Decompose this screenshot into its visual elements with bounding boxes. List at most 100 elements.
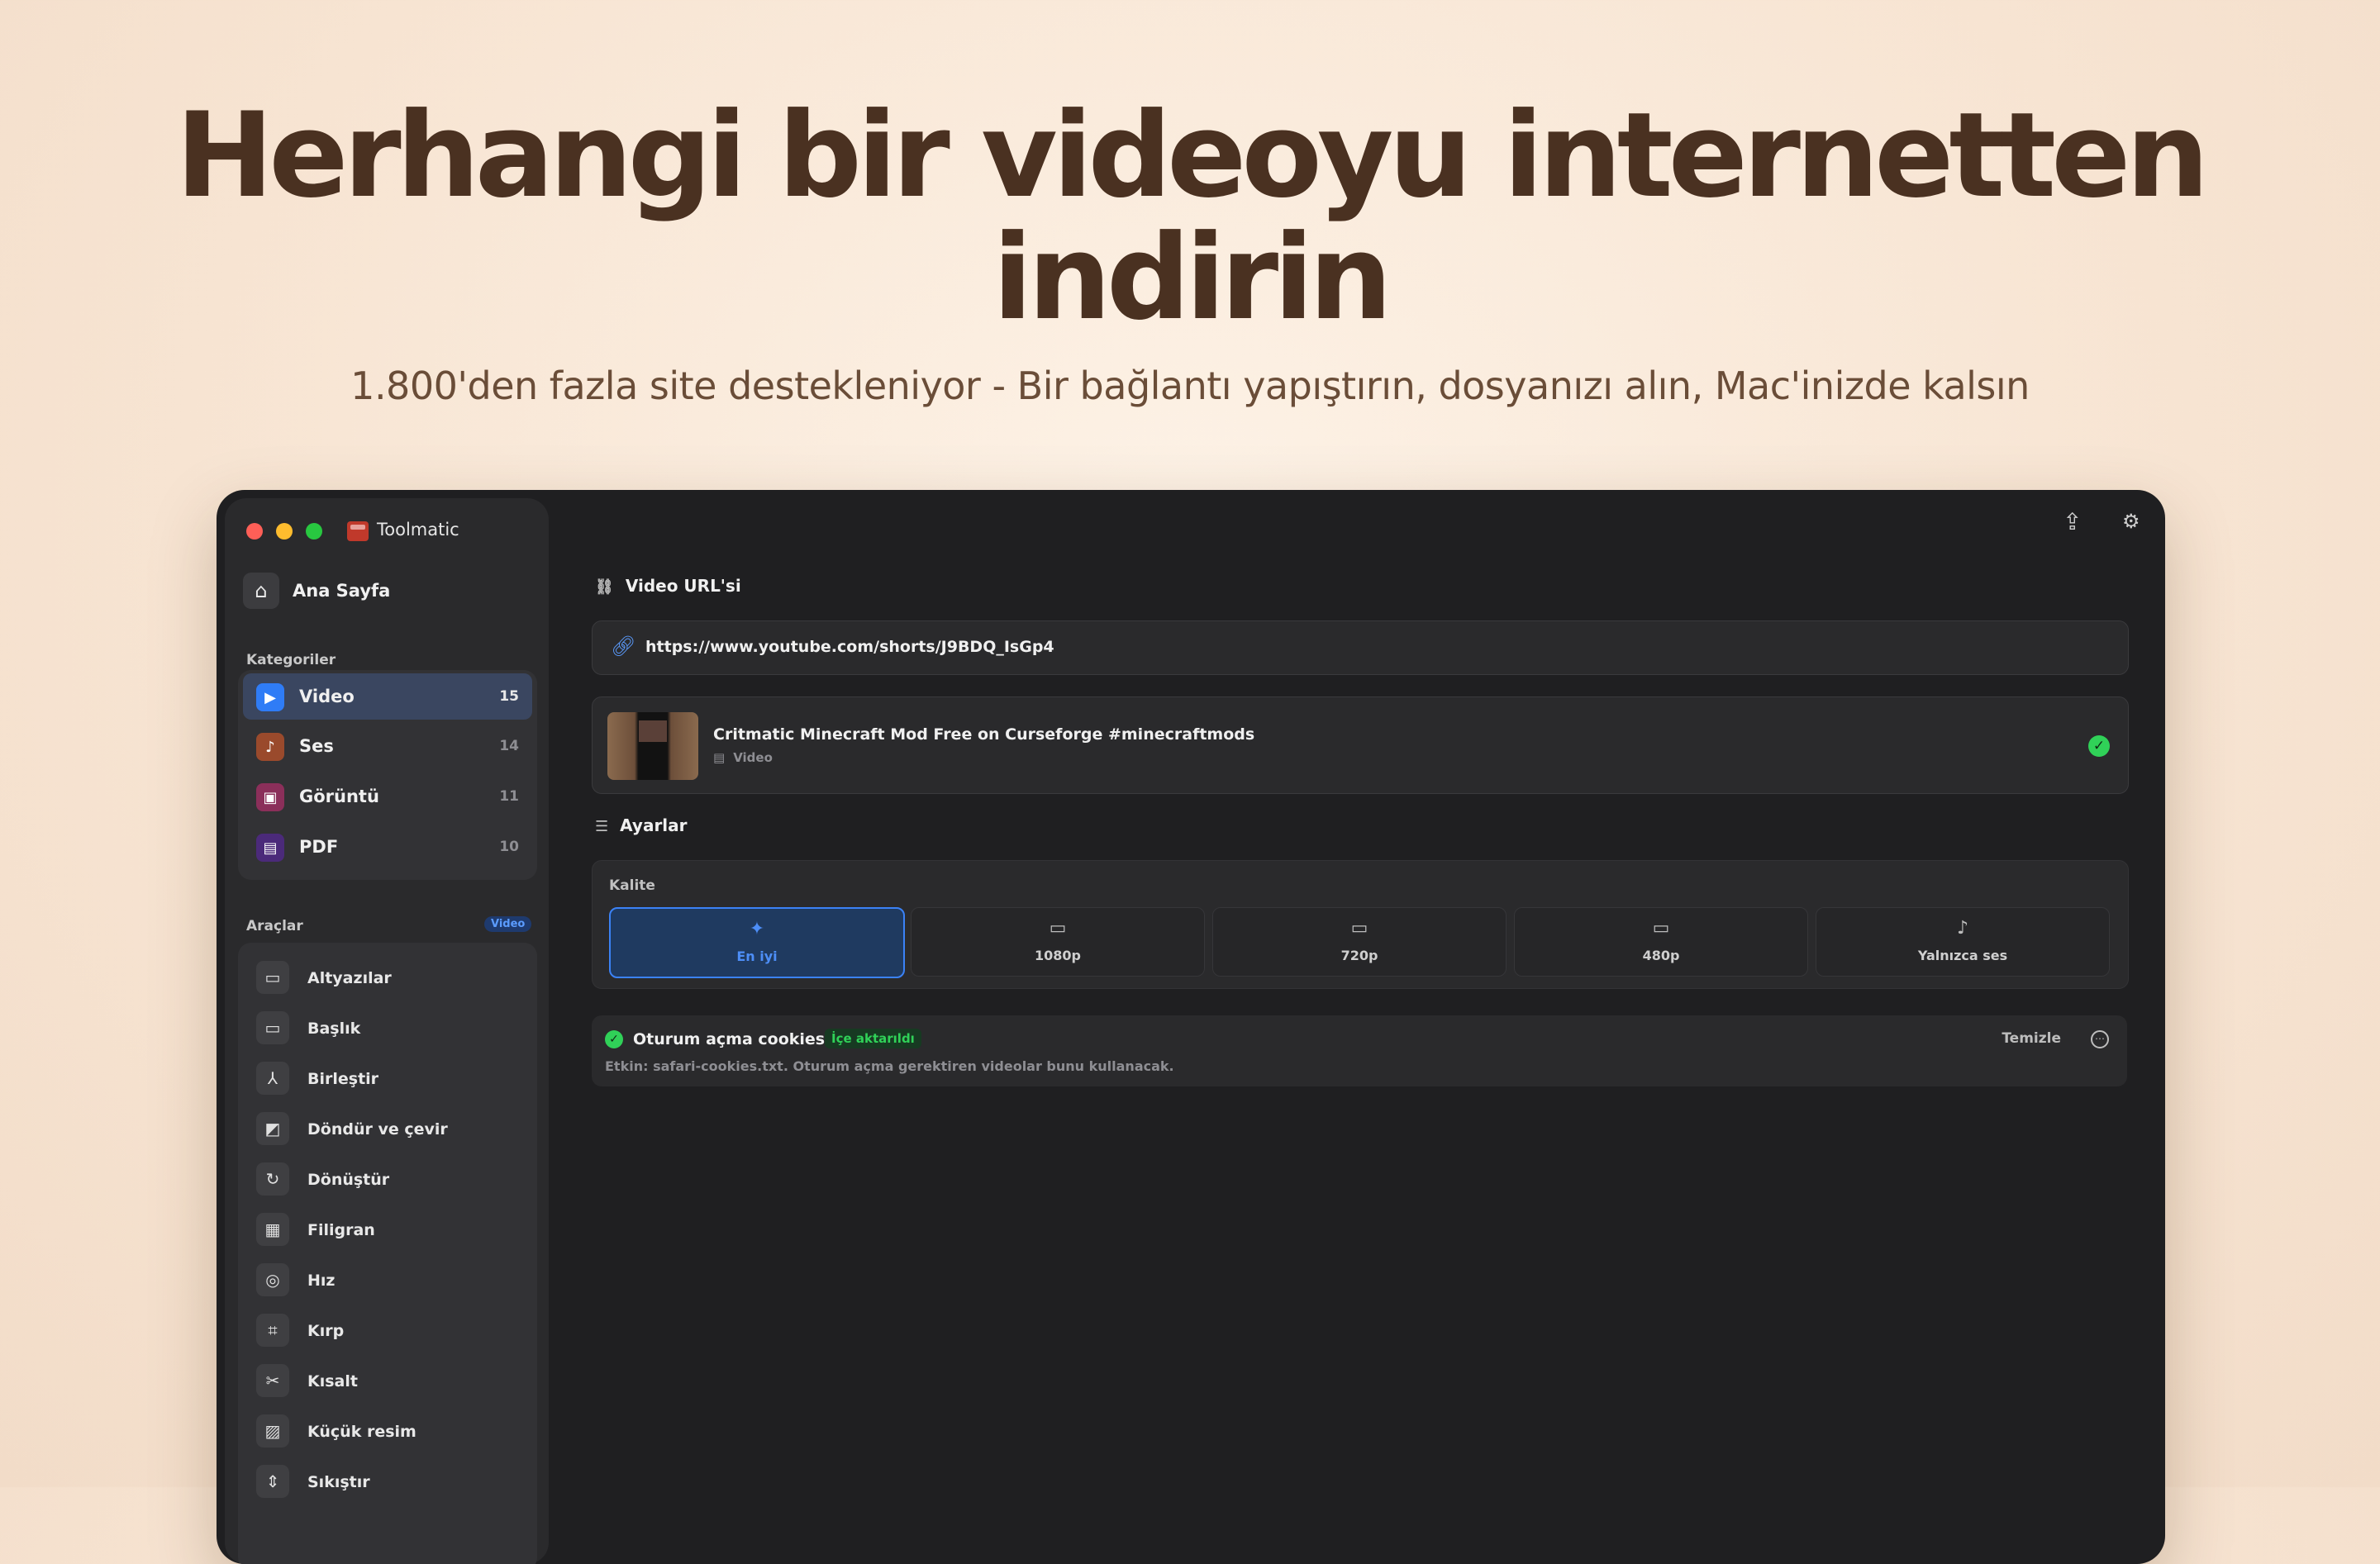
gear-icon[interactable]: ⚙ [2122,510,2140,533]
tool-item-crop[interactable]: ⌗ Kırp [238,1305,537,1352]
video-title: Critmatic Minecraft Mod Free on Cursefor… [713,725,1255,744]
cookies-panel: ✓ Oturum açma cookies İçe aktarıldı Etki… [592,1015,2127,1086]
compress-icon: ⇕ [256,1465,289,1498]
tool-item-subtitles[interactable]: ▭ Altyazılar [238,953,537,999]
app-window: Toolmatic ⌂ Ana Sayfa Kategoriler ▶ Vide… [217,490,2165,1564]
settings-heading-label: Ayarlar [620,815,688,835]
tool-label: Hız [307,1272,336,1290]
speedometer-icon: ◎ [256,1263,289,1296]
clear-cookies-button[interactable]: Temizle [2002,1030,2061,1047]
scissors-icon: ✂ [256,1364,289,1397]
tool-item-convert[interactable]: ↻ Dönüştür [238,1154,537,1200]
video-card[interactable]: Critmatic Minecraft Mod Free on Cursefor… [592,696,2129,794]
categories-heading: Kategoriler [246,652,336,668]
crop-icon: ⌗ [256,1314,289,1347]
link-icon: 🔗︎ [611,635,636,658]
tool-item-title[interactable]: ▭ Başlık [238,1003,537,1049]
cookies-description: Etkin: safari-cookies.txt. Oturum açma g… [605,1058,1174,1074]
video-thumbnail [607,712,698,780]
music-note-icon: ♪ [1956,918,1969,939]
zoom-window-button[interactable] [306,523,322,540]
video-type: ▤ Video [713,750,773,765]
categories-list: ▶ Video 15 ♪ Ses 14 ▣ Görüntü 11 ▤ PDF 1… [238,670,537,880]
sidebar-item-pdf[interactable]: ▤ PDF 10 [243,824,532,870]
merge-icon: ⅄ [256,1062,289,1095]
settings-heading: ☰ Ayarlar [595,815,688,835]
film-icon: ▤ [713,750,726,765]
quality-option-720p[interactable]: ▭ 720p [1212,907,1507,977]
hero-title-line1: Herhangi bir videoyu internetten [175,88,2209,224]
cookies-title: Oturum açma cookies [633,1030,826,1048]
status-badge: İçe aktarıldı [825,1029,921,1048]
url-value[interactable]: https://www.youtube.com/shorts/J9BDQ_IsG… [645,638,1054,656]
title-icon: ▭ [256,1011,289,1044]
sidebar-item-audio[interactable]: ♪ Ses 14 [243,723,532,769]
watermark-icon: ▦ [256,1213,289,1246]
image-icon: ▣ [256,783,284,811]
tool-item-trim[interactable]: ✂ Kısalt [238,1356,537,1402]
tool-label: Küçük resim [307,1423,416,1441]
tool-label: Birleştir [307,1070,379,1088]
quality-option-label: En iyi [736,948,778,964]
checkmark-icon: ✓ [605,1030,623,1048]
quality-selector: Kalite ✦ En iyi ▭ 1080p ▭ 720p ▭ 480p ♪ … [592,860,2129,989]
tool-label: Başlık [307,1020,361,1038]
tools-heading: Araçlar [246,918,303,934]
tool-item-speed[interactable]: ◎ Hız [238,1255,537,1301]
caption-icon: ▭ [256,961,289,994]
tool-label: Filigran [307,1221,375,1239]
music-note-icon: ♪ [256,733,284,761]
hero-title: Herhangi bir videoyu internetten indirin [0,95,2380,340]
toolbox-icon [347,521,369,541]
sparkle-icon: ✦ [749,919,765,939]
video-type-label: Video [733,750,773,765]
category-label: Ses [299,736,334,756]
hero-subtitle: 1.800'den fazla site destekleniyor - Bir… [350,364,2030,408]
hero-title-line2: indirin [992,210,1392,346]
share-icon[interactable]: ⇪ [2063,508,2082,535]
convert-icon: ↻ [256,1162,289,1196]
tool-item-rotate-flip[interactable]: ◩ Döndür ve çevir [238,1104,537,1150]
category-count: 11 [499,788,519,805]
monitor-icon: ▭ [1652,918,1670,939]
home-icon[interactable]: ⌂ [243,573,279,609]
sidebar: Toolmatic ⌂ Ana Sayfa Kategoriler ▶ Vide… [225,498,549,1564]
url-input[interactable]: 🔗︎ https://www.youtube.com/shorts/J9BDQ_… [592,620,2129,675]
category-label: PDF [299,837,339,857]
tool-item-watermark[interactable]: ▦ Filigran [238,1205,537,1251]
minimize-window-button[interactable] [276,523,293,540]
quality-label: Kalite [609,877,655,894]
tool-item-thumbnail[interactable]: ▨ Küçük resim [238,1406,537,1452]
quality-option-best[interactable]: ✦ En iyi [609,907,905,978]
tool-item-compress[interactable]: ⇕ Sıkıştır [238,1457,537,1503]
quality-option-1080p[interactable]: ▭ 1080p [911,907,1205,977]
tool-label: Kırp [307,1322,345,1340]
more-options-icon[interactable]: ⋯ [2091,1030,2109,1048]
close-window-button[interactable] [246,523,263,540]
url-heading: ⛓ Video URL'si [595,576,741,596]
sidebar-item-image[interactable]: ▣ Görüntü 11 [243,773,532,820]
document-icon: ▤ [256,834,284,862]
url-heading-label: Video URL'si [625,576,741,596]
app-title: Toolmatic [377,520,459,540]
quality-option-label: 720p [1340,948,1378,963]
quality-option-label: Yalnızca ses [1917,948,2008,963]
thumbnail-icon: ▨ [256,1414,289,1448]
link-icon: ⛓ [595,578,614,596]
sidebar-item-video[interactable]: ▶ Video 15 [243,673,532,720]
quality-option-audio-only[interactable]: ♪ Yalnızca ses [1816,907,2110,977]
category-count: 15 [499,688,519,705]
quality-option-label: 1080p [1035,948,1081,963]
checkmark-icon: ✓ [2088,735,2110,757]
quality-option-480p[interactable]: ▭ 480p [1514,907,1808,977]
category-label: Video [299,687,355,706]
monitor-icon: ▭ [1049,918,1067,939]
list-icon: ☰ [595,818,609,835]
category-count: 10 [499,839,519,855]
tool-item-merge[interactable]: ⅄ Birleştir [238,1053,537,1100]
sidebar-item-home[interactable]: Ana Sayfa [293,581,390,601]
tool-label: Sıkıştır [307,1473,370,1491]
quality-option-label: 480p [1642,948,1680,963]
video-icon: ▶ [256,683,284,711]
tool-label: Dönüştür [307,1171,390,1189]
